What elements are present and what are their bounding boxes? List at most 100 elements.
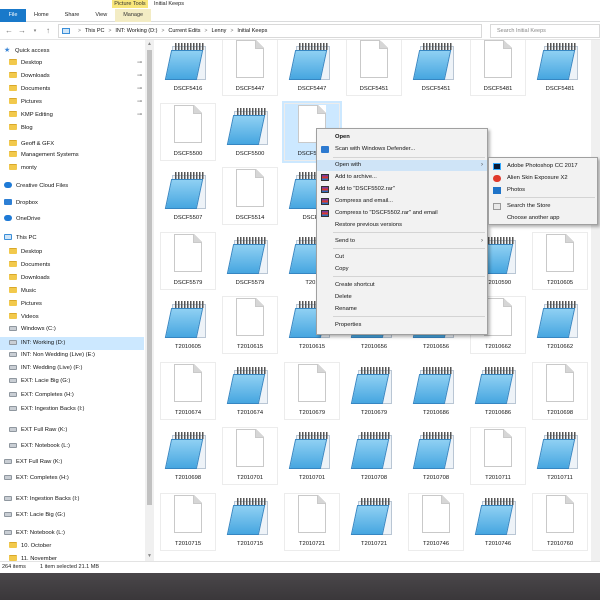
file-tile[interactable]: T2010715 [220, 491, 280, 553]
file-tile[interactable]: T2010605 [530, 230, 590, 292]
scroll-down-icon[interactable]: ▼ [146, 553, 153, 559]
sidebar-item[interactable]: INT: Wedding (Live) (F:) [0, 362, 144, 375]
file-tile[interactable]: DSCF5481 [530, 40, 590, 98]
file-tile[interactable]: DSCF5579 [220, 230, 280, 292]
back-arrow-icon[interactable]: ← [3, 25, 15, 37]
sidebar-item[interactable]: Documents [0, 259, 144, 272]
open-with-photoshop[interactable]: Adobe Photoshop CC 2017 [489, 161, 597, 172]
breadcrumb-initial-keeps[interactable]: Initial Keeps [237, 28, 267, 34]
forward-arrow-icon[interactable]: → [16, 25, 28, 37]
sidebar-item[interactable]: KMP Editing ⊸ [0, 109, 144, 122]
address-bar[interactable]: > This PC > INT: Working (D:) > Current … [58, 24, 482, 38]
file-list-scrollbar[interactable] [591, 40, 600, 561]
menu-item-add-to-archive[interactable]: Add to archive... [317, 172, 487, 183]
file-tile[interactable]: DSCF5500 [220, 101, 280, 163]
search-input[interactable]: Search Initial Keeps [490, 24, 600, 38]
sidebar-item[interactable]: 10. October [0, 540, 144, 553]
file-tile[interactable]: T2010698 [158, 425, 218, 487]
open-with-photos[interactable]: Photos [489, 185, 597, 196]
sidebar-item[interactable]: EXT: Notebook (L:) [0, 440, 144, 453]
sidebar-scrollbar-thumb[interactable] [147, 50, 152, 505]
file-tile[interactable]: T2010686 [406, 360, 466, 422]
sidebar-item[interactable]: EXT: Ingestion Backs (I:) [0, 493, 144, 506]
sidebar-item[interactable]: Downloads [0, 272, 144, 285]
sidebar-item[interactable]: This PC [0, 232, 144, 245]
breadcrumb-this-pc[interactable]: This PC [85, 28, 105, 34]
file-tile[interactable]: T2010708 [344, 425, 404, 487]
file-tile[interactable]: T2010711 [530, 425, 590, 487]
sidebar-item[interactable]: EXT: Lacie Big (G:) [0, 509, 144, 522]
sidebar-item[interactable]: Creative Cloud Files [0, 180, 144, 193]
file-tile[interactable]: T2010701 [220, 425, 280, 487]
sidebar-item[interactable]: OneDrive [0, 213, 144, 226]
file-tile[interactable]: T2010686 [468, 360, 528, 422]
file-tile[interactable]: T2010760 [530, 491, 590, 553]
sidebar-item[interactable]: EXT Full Raw (K:) [0, 424, 144, 437]
menu-item-cut[interactable]: Cut [317, 252, 487, 263]
sidebar-item[interactable]: 11. November [0, 553, 144, 561]
sidebar-item[interactable]: Downloads ⊸ [0, 70, 144, 83]
file-tile[interactable]: T2010674 [220, 360, 280, 422]
menu-item-scan-defender[interactable]: Scan with Windows Defender... [317, 144, 487, 155]
menu-item-compress-email[interactable]: Compress and email... [317, 196, 487, 207]
file-tile[interactable]: T2010674 [158, 360, 218, 422]
pin-icon[interactable]: ⊸ [137, 109, 142, 122]
sidebar-item[interactable]: Desktop [0, 246, 144, 259]
file-tile[interactable]: DSCF5447 [282, 40, 342, 98]
sidebar-item[interactable]: Pictures [0, 298, 144, 311]
pin-icon[interactable]: ⊸ [137, 70, 142, 83]
tab-share[interactable]: Share [57, 9, 88, 22]
menu-item-send-to[interactable]: Send to › [317, 236, 487, 247]
sidebar-item[interactable]: Management Systems [0, 149, 144, 162]
file-tile[interactable]: T2010711 [468, 425, 528, 487]
pin-icon[interactable]: ⊸ [137, 83, 142, 96]
file-tile[interactable]: DSCF5507 [158, 165, 218, 227]
breadcrumb-lenny[interactable]: Lenny [211, 28, 226, 34]
file-tile[interactable]: T2010721 [282, 491, 342, 553]
menu-item-create-shortcut[interactable]: Create shortcut [317, 280, 487, 291]
file-tile[interactable]: T2010698 [530, 360, 590, 422]
file-tile[interactable]: DSCF5514 [220, 165, 280, 227]
open-with-exposure[interactable]: Alien Skin Exposure X2 [489, 173, 597, 184]
breadcrumb-int-working[interactable]: INT: Working (D:) [115, 28, 157, 34]
menu-item-restore-versions[interactable]: Restore previous versions [317, 220, 487, 231]
sidebar-item[interactable]: Pictures ⊸ [0, 96, 144, 109]
file-tile[interactable]: DSCF5416 [158, 40, 218, 98]
file-tile[interactable]: DSCF5579 [158, 230, 218, 292]
file-tile[interactable]: DSCF5447 [220, 40, 280, 98]
menu-item-rename[interactable]: Rename [317, 304, 487, 315]
menu-item-open[interactable]: Open [317, 132, 487, 143]
sidebar-item[interactable]: EXT: Ingestion Backs (I:) [0, 403, 144, 416]
sidebar-item[interactable]: EXT: Notebook (L:) [0, 527, 144, 540]
up-arrow-icon[interactable]: ↑ [42, 25, 54, 37]
file-tile[interactable]: T2010708 [406, 425, 466, 487]
menu-item-properties[interactable]: Properties [317, 320, 487, 331]
pin-icon[interactable]: ⊸ [137, 96, 142, 109]
file-tile[interactable]: T2010701 [282, 425, 342, 487]
sidebar-item[interactable]: EXT: Completes (H:) [0, 389, 144, 402]
file-tile[interactable]: T2010721 [344, 491, 404, 553]
menu-item-add-to-rar[interactable]: Add to "DSCF5502.rar" [317, 184, 487, 195]
file-tile[interactable]: DSCF5481 [468, 40, 528, 98]
tab-view[interactable]: View [87, 9, 115, 22]
sidebar-item[interactable]: ★ Quick access [0, 44, 144, 57]
sidebar-item[interactable]: EXT: Completes (H:) [0, 472, 144, 485]
scroll-up-icon[interactable]: ▲ [146, 41, 153, 47]
file-tile[interactable]: T2010746 [468, 491, 528, 553]
sidebar-item[interactable]: Dropbox [0, 197, 144, 210]
sidebar-item[interactable]: Desktop ⊸ [0, 57, 144, 70]
sidebar-item[interactable]: EXT Full Raw (K:) [0, 456, 144, 469]
file-tile[interactable]: DSCF5500 [158, 101, 218, 163]
file-tile[interactable]: DSCF5451 [406, 40, 466, 98]
file-tile[interactable]: T2010679 [282, 360, 342, 422]
menu-item-compress-rar-email[interactable]: Compress to "DSCF5502.rar" and email [317, 208, 487, 219]
file-tile[interactable]: T2010615 [220, 294, 280, 356]
file-tile[interactable]: T2010715 [158, 491, 218, 553]
recent-chevron-icon[interactable]: ▾ [29, 25, 41, 37]
menu-item-open-with[interactable]: Open with › [317, 160, 487, 171]
file-tile[interactable]: DSCF5451 [344, 40, 404, 98]
tab-home[interactable]: Home [26, 9, 57, 22]
sidebar-item[interactable]: INT: Non Wedding (Live) (E:) [0, 349, 144, 362]
sidebar-item[interactable]: Blog [0, 122, 144, 135]
tab-file[interactable]: File [0, 9, 26, 22]
